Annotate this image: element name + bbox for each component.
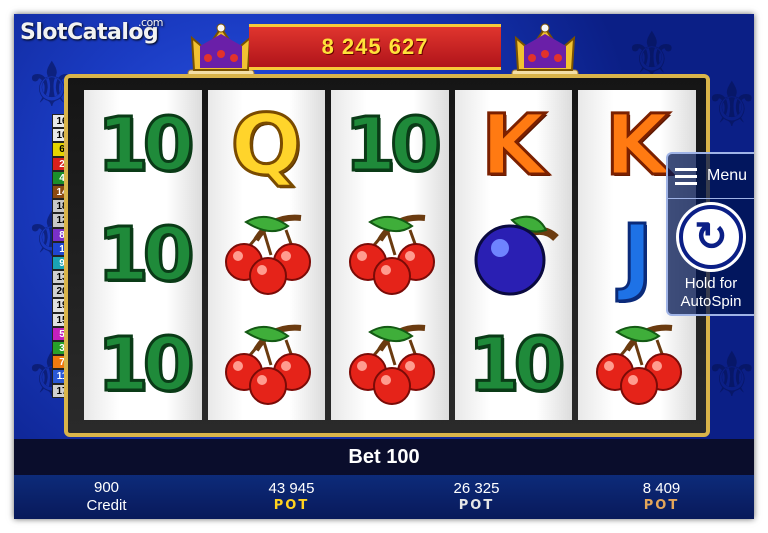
spin-icon: ↻	[679, 205, 743, 269]
reel: Q	[207, 90, 326, 420]
plum-icon	[459, 205, 569, 305]
hamburger-icon	[674, 167, 697, 185]
credit-stat: 900 Credit	[14, 475, 199, 519]
cherries-icon	[211, 315, 321, 415]
fleur-icon: ⚜	[704, 338, 754, 411]
stat-value: 8 409	[642, 480, 681, 497]
cherries-icon	[335, 315, 445, 415]
stat-value: 26 325	[453, 480, 500, 497]
jackpot-banner: 8 245 627	[249, 24, 501, 70]
bet-display[interactable]: Bet 100	[14, 439, 754, 475]
logo-suffix: .com	[138, 16, 164, 29]
reels: 10 10 10 Q 10 K 10 K J	[84, 90, 696, 420]
autospin-label: Hold for AutoSpin	[680, 275, 742, 310]
symbol-10: 10	[467, 322, 567, 408]
cherries-icon	[211, 205, 321, 305]
slotcatalog-logo: 14:45 SlotCatalog .com	[20, 16, 164, 54]
game-window: ⚜ ⚜ ⚜ ⚜ ⚜ ⚜ 14:45 SlotCatalog .com 8 245…	[14, 14, 754, 519]
symbol-10: 10	[96, 102, 196, 188]
symbol-10: 10	[96, 322, 196, 408]
autospin-button[interactable]: ↻ Hold for AutoSpin	[668, 199, 754, 321]
symbol-k: K	[480, 96, 548, 194]
reel: 10 10 10	[84, 90, 202, 420]
jackpot-value: 8 245 627	[321, 34, 429, 59]
stats-bar: 900 Credit 43 945 POT 26 325 POT 8 409 POT	[14, 475, 754, 519]
cherries-icon	[335, 205, 445, 305]
credit-label: Credit	[86, 497, 127, 514]
pot-label: POT	[643, 498, 680, 513]
bet-label: Bet 100	[348, 445, 420, 468]
reel: K 10	[454, 90, 573, 420]
reel-frame: 10 10 10 Q 10 K 10 K J	[64, 74, 710, 437]
symbol-10: 10	[96, 212, 196, 298]
menu-label: Menu	[706, 167, 748, 184]
fleur-icon: ⚜	[704, 68, 754, 141]
menu-button[interactable]: Menu	[668, 154, 754, 199]
pot-label: POT	[273, 498, 310, 513]
pot-label: POT	[458, 498, 495, 513]
reel: 10	[331, 90, 449, 420]
cherries-icon	[582, 315, 692, 415]
symbol-q: Q	[229, 96, 303, 194]
pot-stat: 26 325 POT	[384, 475, 569, 519]
symbol-10: 10	[343, 102, 443, 188]
side-menu: Menu ↻ Hold for AutoSpin	[666, 152, 754, 316]
pot-stat: 43 945 POT	[199, 475, 384, 519]
stat-value: 900	[93, 479, 120, 496]
stat-value: 43 945	[268, 480, 315, 497]
pot-stat: 8 409 POT	[569, 475, 754, 519]
